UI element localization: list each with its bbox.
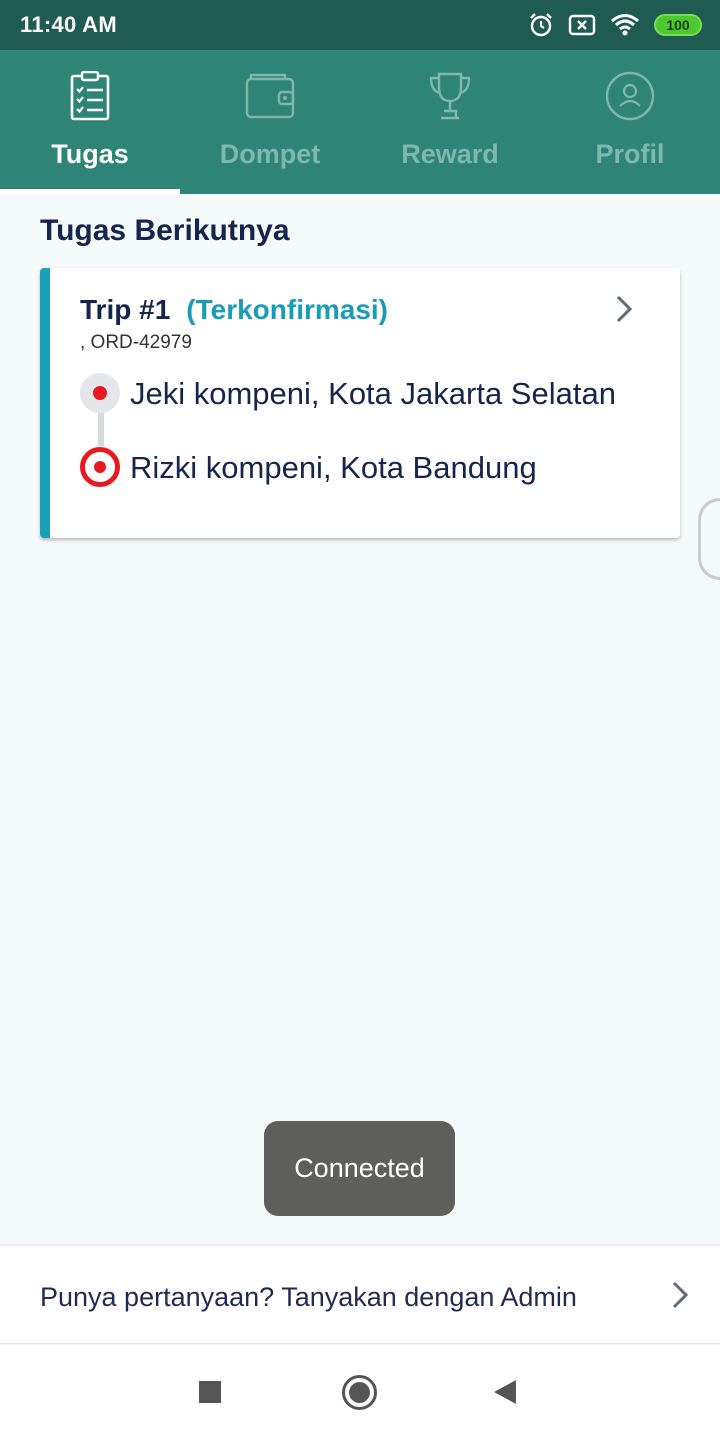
trip-order-id: , ORD-42979 [80,332,192,353]
help-text: Punya pertanyaan? Tanyakan dengan Admin [40,1282,577,1312]
status-time: 11:40 AM [20,12,117,37]
trip-status: (Terkonfirmasi) [186,294,389,325]
wifi-icon [610,13,640,37]
tab-profil[interactable]: Profil [540,50,720,194]
edge-drawer-handle[interactable] [698,498,720,580]
chevron-right-icon[interactable] [614,294,634,329]
wallet-icon [245,69,295,123]
status-icons: 100 [528,10,702,40]
tab-label: Profil [595,139,665,169]
clipboard-checklist-icon [70,69,110,123]
chevron-right-icon [670,1280,690,1315]
toast-message: Connected [264,1121,455,1216]
tab-tugas[interactable]: Tugas [0,50,180,194]
origin-pin-icon [80,373,120,413]
trip-header: Trip #1 (Terkonfirmasi) [80,294,388,326]
help-admin-link[interactable]: Punya pertanyaan? Tanyakan dengan Admin [0,1244,720,1344]
back-button[interactable] [494,1380,516,1404]
tab-reward[interactable]: Reward [360,50,540,194]
sim-off-icon [568,13,596,37]
battery-icon: 100 [654,14,702,36]
tab-label: Tugas [51,139,129,169]
tab-label: Dompet [219,139,321,169]
tab-dompet[interactable]: Dompet [180,50,360,194]
profile-icon [605,69,655,123]
home-button[interactable] [342,1375,377,1410]
status-bar: 11:40 AM 100 [0,0,720,50]
system-nav-bar [0,1345,720,1440]
tab-label: Reward [401,139,499,169]
trip-origin: Jeki kompeni, Kota Jakarta Selatan [130,376,616,411]
section-title: Tugas Berikutnya [40,214,290,247]
trip-title: Trip #1 [80,294,171,325]
recents-button[interactable] [199,1381,221,1403]
tab-bar: Tugas Dompet Reward Profil [0,50,720,194]
active-tab-indicator [0,189,180,194]
destination-pin-icon [80,447,120,487]
trophy-icon [427,69,473,123]
alarm-icon [528,12,554,38]
trip-destination: Rizki kompeni, Kota Bandung [130,450,537,485]
trip-card[interactable]: Trip #1 (Terkonfirmasi) , ORD-42979 Jeki… [40,268,680,538]
toast-text: Connected [294,1153,425,1183]
